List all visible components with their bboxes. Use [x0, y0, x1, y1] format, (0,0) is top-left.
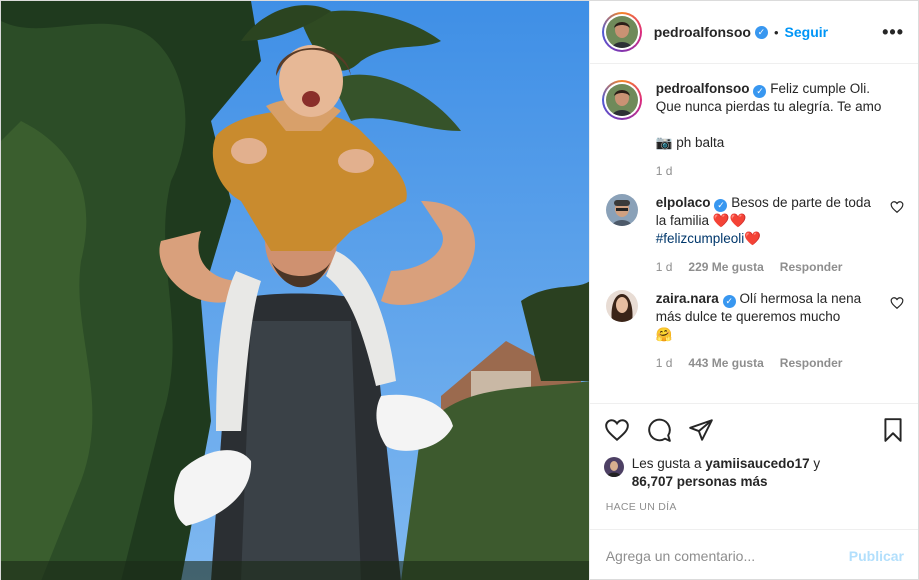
comment-text: zaira.nara ✓ Olí hermosa la nena más dulc…: [656, 290, 882, 372]
commenter-avatar-photo: [605, 194, 638, 226]
follow-button[interactable]: Seguir: [785, 24, 829, 40]
more-options-icon[interactable]: •••: [882, 22, 904, 43]
post-sidebar: pedroalfonsoo ✓ • Seguir ••• pedroalfons…: [588, 1, 918, 580]
action-bar: [589, 403, 918, 455]
add-comment-bar: Publicar: [589, 529, 918, 580]
verified-badge-icon: ✓: [754, 25, 768, 39]
hashtag-link[interactable]: #felizcumpleoli: [656, 231, 745, 246]
likes-summary: Les gusta a yamiisaucedo17 y 86,707 pers…: [590, 455, 918, 491]
comment-text: elpolaco ✓ Besos de parte de toda la fami…: [656, 194, 882, 276]
caption: pedroalfonsoo ✓ Feliz cumple Oli. Que nun…: [601, 80, 904, 180]
post-header: pedroalfonsoo ✓ • Seguir •••: [589, 1, 918, 64]
likes-prefix: Les gusta a: [631, 456, 702, 471]
caption-line-2: Que nunca pierdas tu alegría. Te amo: [655, 99, 882, 114]
comment-time[interactable]: 1 d: [656, 354, 673, 372]
reply-button[interactable]: Responder: [780, 258, 843, 276]
post-image: [1, 1, 589, 580]
comment-likes[interactable]: 229 Me gusta: [688, 258, 763, 276]
comment-input[interactable]: [605, 547, 849, 564]
liker-avatar-photo: [603, 457, 624, 477]
instagram-post: pedroalfonsoo ✓ • Seguir ••• pedroalfons…: [0, 0, 919, 580]
author-username[interactable]: pedroalfonsoo: [654, 24, 751, 40]
share-icon[interactable]: [688, 417, 714, 443]
likes-conj: y: [813, 456, 821, 471]
comment-time[interactable]: 1 d: [656, 258, 673, 276]
liker-username[interactable]: yamiisaucedo17: [705, 456, 809, 471]
caption-meta: 1 d: [656, 162, 904, 180]
caption-avatar-photo: [605, 84, 638, 116]
heart-icon[interactable]: [604, 417, 630, 443]
separator-dot: •: [773, 24, 779, 40]
commenter-avatar-photo: [605, 290, 638, 322]
commenter-avatar[interactable]: [605, 290, 638, 322]
verified-badge-icon: ✓: [722, 294, 736, 308]
heart-emoji: ❤️❤️: [712, 213, 747, 228]
caption-line-1: Feliz cumple Oli.: [770, 81, 871, 96]
likes-count[interactable]: 86,707 personas más: [632, 474, 768, 489]
comment-username[interactable]: zaira.nara: [656, 291, 719, 306]
comments-list: pedroalfonsoo ✓ Feliz cumple Oli. Que nun…: [590, 64, 918, 403]
reply-button[interactable]: Responder: [780, 354, 843, 372]
publish-button[interactable]: Publicar: [849, 548, 904, 564]
caption-credit: 📷 ph balta: [655, 135, 725, 150]
likes-text: Les gusta a yamiisaucedo17 y 86,707 pers…: [632, 455, 820, 491]
hug-emoji: 🤗: [655, 327, 673, 342]
comment-icon[interactable]: [646, 417, 672, 443]
comment-likes[interactable]: 443 Me gusta: [688, 354, 763, 372]
comment-like-heart-icon[interactable]: [890, 296, 904, 310]
bookmark-icon[interactable]: [880, 417, 906, 443]
post-photo[interactable]: [1, 1, 589, 580]
caption-username[interactable]: pedroalfonsoo: [656, 81, 750, 96]
comment-item: zaira.nara ✓ Olí hermosa la nena más dulc…: [602, 290, 904, 372]
author-avatar[interactable]: [601, 12, 642, 52]
post-timestamp[interactable]: HACE UN DÍA: [590, 491, 918, 529]
heart-emoji: ❤️: [744, 231, 762, 246]
caption-time[interactable]: 1 d: [656, 162, 673, 180]
comment-meta: 1 d 443 Me gusta Responder: [656, 354, 882, 372]
verified-badge-icon: ✓: [753, 84, 767, 98]
comment-username[interactable]: elpolaco: [656, 195, 711, 210]
commenter-avatar[interactable]: [605, 194, 638, 226]
liker-avatar[interactable]: [603, 457, 624, 477]
caption-text: pedroalfonsoo ✓ Feliz cumple Oli. Que nun…: [656, 80, 904, 180]
caption-avatar[interactable]: [601, 80, 642, 120]
verified-badge-icon: ✓: [714, 198, 728, 212]
comment-like-heart-icon[interactable]: [890, 200, 904, 214]
comment-meta: 1 d 229 Me gusta Responder: [656, 258, 882, 276]
author-avatar-photo: [605, 16, 638, 48]
comment-item: elpolaco ✓ Besos de parte de toda la fami…: [602, 194, 904, 276]
